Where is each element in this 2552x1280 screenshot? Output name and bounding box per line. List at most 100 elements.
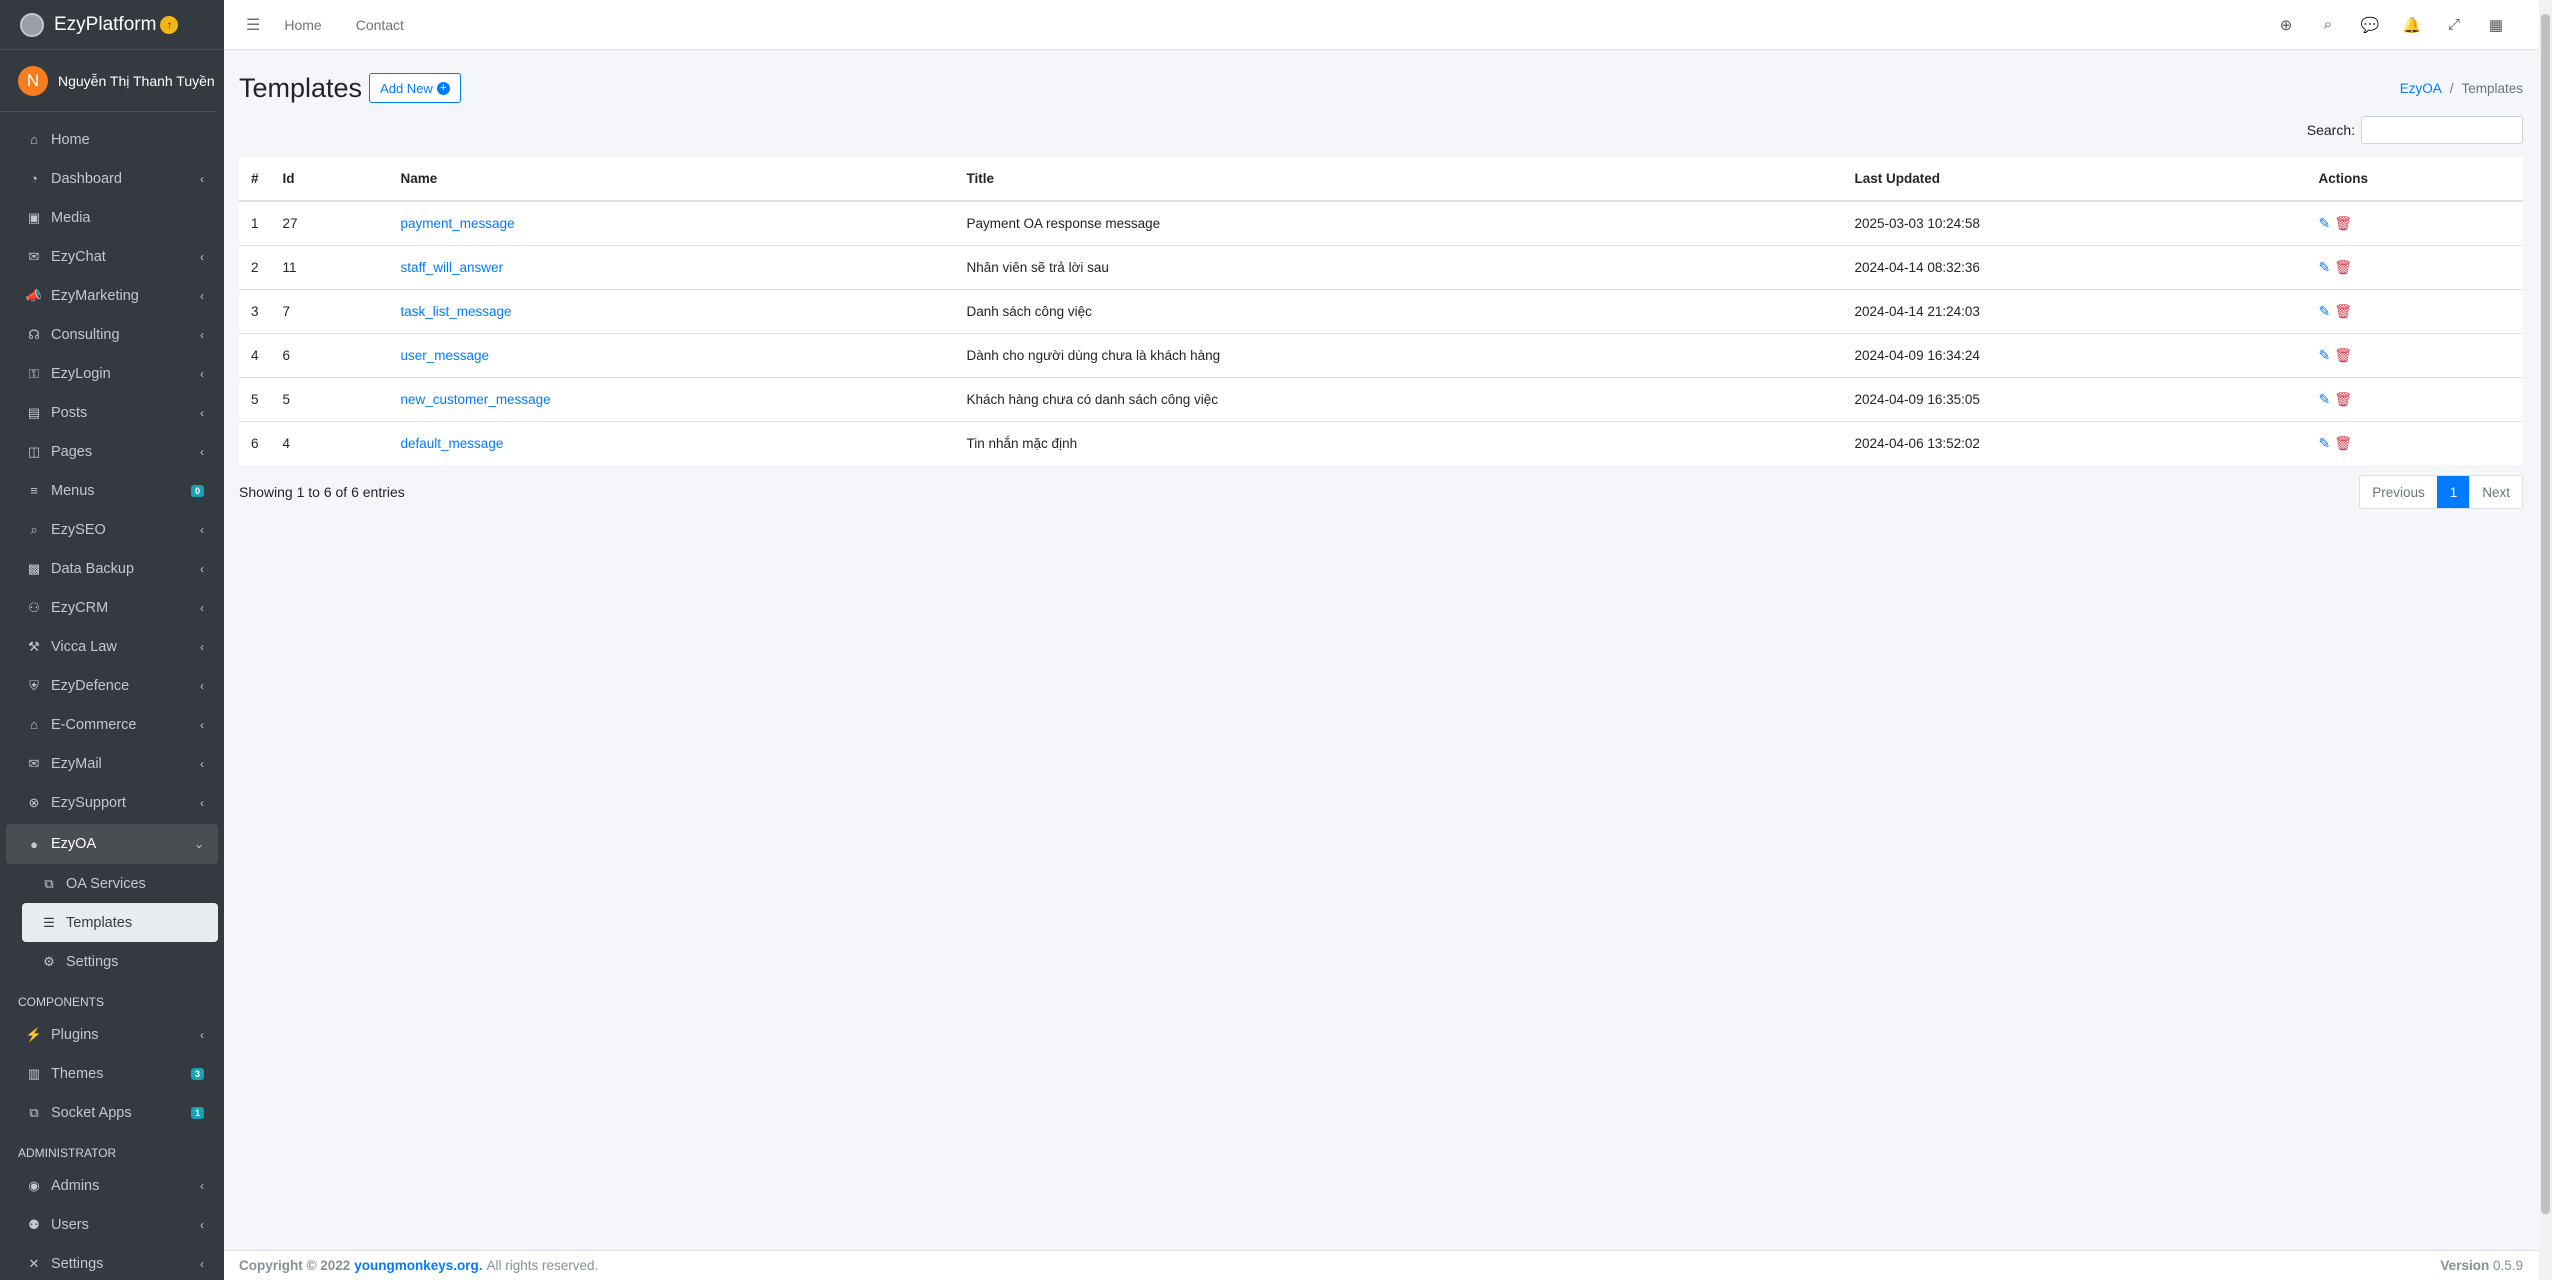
table-cell: user_message <box>388 332 955 377</box>
template-name-link[interactable]: user_message <box>401 348 490 363</box>
column-header-id[interactable]: Id <box>270 157 389 202</box>
shield-icon: ⛨ <box>29 677 39 693</box>
footer-link[interactable]: youngmonkeys.org. <box>354 1258 482 1273</box>
sidebar-item-settings[interactable]: ✕ Settings ‹ <box>6 1244 218 1280</box>
last-updated: 2024-04-14 21:24:03 <box>1854 303 1980 319</box>
user-panel[interactable]: N Nguyễn Thị Thanh Tuyền <box>0 50 216 112</box>
table-cell: 4 <box>239 332 271 377</box>
sidebar-item-ezymarketing[interactable]: 📣 EzyMarketing ‹ <box>6 276 218 315</box>
main-content: Templates Add New + EzyOA / Templates Se… <box>224 50 2539 1250</box>
handshake-icon: ⚇ <box>28 599 40 615</box>
nav-link-contact[interactable]: Contact <box>356 17 404 33</box>
trash-icon[interactable]: 🗑 <box>2334 435 2352 451</box>
apps-grid-icon[interactable]: ▦ <box>2475 16 2517 34</box>
expand-icon[interactable]: ⤢ <box>2433 16 2475 33</box>
sidebar-item-consulting[interactable]: ☊ Consulting ‹ <box>6 315 218 354</box>
sidebar-item-ezyseo[interactable]: ⌕ EzySEO ‹ <box>6 510 218 549</box>
trash-icon[interactable]: 🗑 <box>2334 259 2352 275</box>
template-name-link[interactable]: payment_message <box>401 216 515 231</box>
sidebar-item-ezysupport[interactable]: ⊗ EzySupport ‹ <box>6 783 218 822</box>
search-label: Search: <box>2306 122 2355 138</box>
trash-icon[interactable]: 🗑 <box>2334 303 2352 319</box>
table-row: 1 27 payment_message Payment OA response me… <box>239 200 2523 245</box>
sidebar-item-e-commerce[interactable]: ⌂ E-Commerce ‹ <box>6 705 218 744</box>
sidebar-item-label: EzySEO <box>51 521 106 538</box>
sidebar-item-media[interactable]: ▣ Media <box>6 198 218 237</box>
column-header-last-updated[interactable]: Last Updated <box>1842 157 2307 202</box>
chevron-left-icon: ‹ <box>200 405 204 420</box>
add-new-button[interactable]: Add New + <box>369 73 461 103</box>
count-badge: 0 <box>190 484 204 497</box>
search-input[interactable] <box>2361 116 2523 144</box>
sidebar-item-posts[interactable]: ▤ Posts ‹ <box>6 393 218 432</box>
column-header-name[interactable]: Name <box>388 157 955 202</box>
sidebar-item-pages[interactable]: ◫ Pages ‹ <box>6 432 218 471</box>
edit-icon[interactable]: ✎ <box>2319 303 2331 319</box>
trash-icon[interactable]: 🗑 <box>2334 347 2352 363</box>
comments-icon[interactable]: 💬 <box>2349 16 2391 34</box>
sidebar-item-label: EzyCRM <box>51 599 109 616</box>
sidebar-item-dashboard[interactable]: ◔ Dashboard ‹ <box>6 159 218 198</box>
gavel-icon: ⚒ <box>28 638 40 654</box>
search-icon[interactable]: ⌕ <box>2307 16 2349 33</box>
globe-icon[interactable]: ⊕ <box>2265 16 2307 34</box>
sidebar-item-vicca-law[interactable]: ⚒ Vicca Law ‹ <box>6 627 218 666</box>
template-name-link[interactable]: staff_will_answer <box>401 260 504 275</box>
sidebar-item-plugins[interactable]: ⚡ Plugins ‹ <box>6 1015 218 1054</box>
column-header-number[interactable]: # <box>239 157 271 202</box>
pagination-next[interactable]: Next <box>2470 476 2522 508</box>
bell-icon[interactable]: 🔔 <box>2391 16 2433 34</box>
table-cell: 1 <box>239 200 271 245</box>
sidebar-item-oa-services[interactable]: ⧉ OA Services <box>6 864 218 903</box>
breadcrumb-separator: / <box>2449 80 2454 96</box>
sidebar-item-ezychat[interactable]: ✉ EzyChat ‹ <box>6 237 218 276</box>
trash-icon[interactable]: 🗑 <box>2334 215 2352 231</box>
sidebar-item-menus[interactable]: ≡ Menus 0 <box>6 471 218 510</box>
page-scrollbar[interactable] <box>2539 0 2552 1280</box>
sidebar-item-socket-apps[interactable]: ⧉ Socket Apps 1 <box>6 1093 218 1132</box>
edit-icon[interactable]: ✎ <box>2319 215 2331 231</box>
sidebar-item-templates[interactable]: ☰ Templates <box>22 903 218 942</box>
sidebar-item-ezyoa[interactable]: ● EzyOA ⌄ <box>6 824 218 864</box>
template-name-link[interactable]: new_customer_message <box>401 392 551 407</box>
template-name-link[interactable]: default_message <box>401 436 504 451</box>
pagination-previous[interactable]: Previous <box>2360 476 2437 508</box>
trash-icon[interactable]: 🗑 <box>2334 391 2352 407</box>
template-name-link[interactable]: task_list_message <box>401 304 512 319</box>
footer-version: Version 0.5.9 <box>2440 1258 2523 1273</box>
sidebar-item-admins[interactable]: ◉ Admins ‹ <box>6 1166 218 1205</box>
row-id: 6 <box>282 347 291 363</box>
sidebar-item-label: Admins <box>51 1177 100 1194</box>
sidebar-item-oa-settings[interactable]: ⚙ Settings <box>6 942 218 981</box>
chevron-left-icon: ‹ <box>200 327 204 342</box>
pagination-page-1[interactable]: 1 <box>2436 476 2471 508</box>
edit-icon[interactable]: ✎ <box>2319 435 2331 451</box>
edit-icon[interactable]: ✎ <box>2319 259 2331 275</box>
sidebar-item-label: EzyMail <box>51 755 102 772</box>
scrollbar-thumb[interactable] <box>2541 14 2550 1214</box>
edit-icon[interactable]: ✎ <box>2319 347 2331 363</box>
sidebar-item-themes[interactable]: ▥ Themes 3 <box>6 1054 218 1093</box>
sidebar-item-data-backup[interactable]: ▩ Data Backup ‹ <box>6 549 218 588</box>
sidebar-item-ezycrm[interactable]: ⚇ EzyCRM ‹ <box>6 588 218 627</box>
sidebar-item-ezydefence[interactable]: ⛨ EzyDefence ‹ <box>6 666 218 705</box>
user-name: Nguyễn Thị Thanh Tuyền <box>58 72 215 89</box>
nav-link-home[interactable]: Home <box>284 17 321 33</box>
arrow-up-circle-icon[interactable]: ↑ <box>160 15 179 34</box>
sidebar-item-home[interactable]: ⌂ Home <box>6 120 218 159</box>
chevron-left-icon: ‹ <box>200 444 204 459</box>
sidebar-item-label: EzyMarketing <box>51 287 139 304</box>
row-number: 5 <box>251 391 259 407</box>
table-row: 3 7 task_list_message Danh sách công việc 20… <box>239 288 2523 333</box>
brand-link[interactable]: EzyPlatform ↑ <box>0 0 224 50</box>
hamburger-menu-icon[interactable]: ☰ <box>246 15 260 35</box>
template-title: Tin nhắn mặc định <box>966 435 1078 451</box>
column-header-title[interactable]: Title <box>954 157 1843 202</box>
table-cell: 7 <box>270 288 389 333</box>
sidebar-item-ezymail[interactable]: ✉ EzyMail ‹ <box>6 744 218 783</box>
sidebar-item-ezylogin[interactable]: ⚿ EzyLogin ‹ <box>6 354 218 393</box>
breadcrumb-parent[interactable]: EzyOA <box>2400 81 2442 96</box>
sidebar-item-label: Socket Apps <box>51 1104 132 1121</box>
edit-icon[interactable]: ✎ <box>2319 391 2331 407</box>
sidebar-item-users[interactable]: ⚉ Users ‹ <box>6 1205 218 1244</box>
